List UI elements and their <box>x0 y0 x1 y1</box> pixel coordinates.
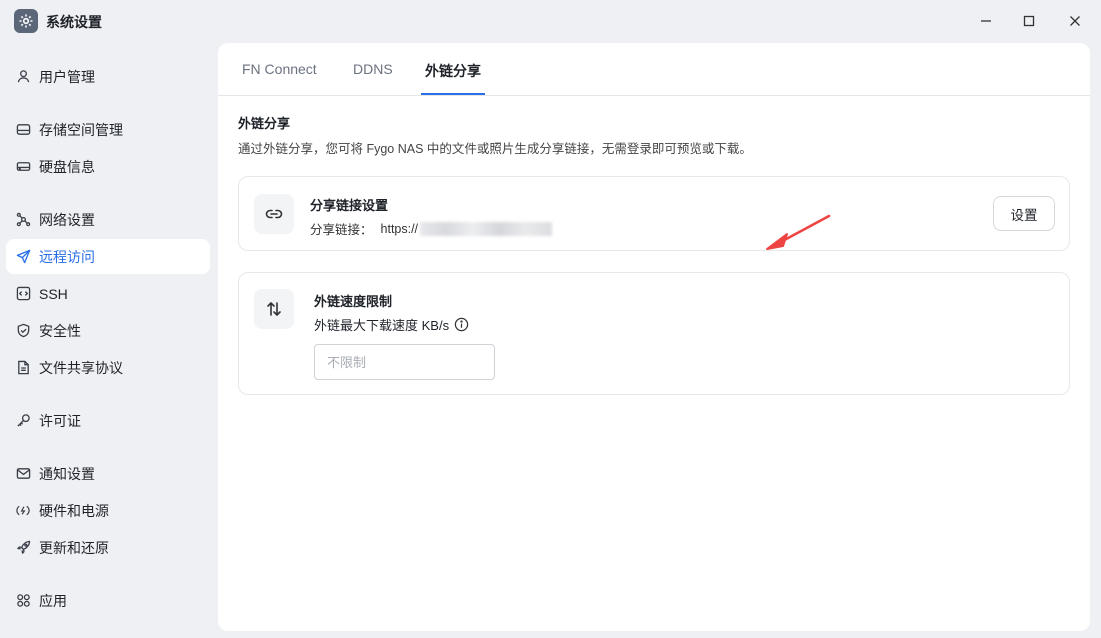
sidebar-item-label: 文件共享协议 <box>39 359 123 376</box>
tab-fn-connect[interactable]: FN Connect <box>242 61 317 77</box>
share-link-card: 分享链接设置 分享链接： https:// 设置 <box>238 176 1070 251</box>
disk-icon <box>15 159 31 175</box>
annotation-arrow-icon <box>766 214 831 250</box>
sidebar-item-label: SSH <box>39 285 68 302</box>
section-title: 外链分享 <box>238 116 291 131</box>
send-icon <box>15 249 31 265</box>
tab-ddns[interactable]: DDNS <box>353 61 393 77</box>
link-icon <box>254 194 294 234</box>
sidebar-item-label: 存储空间管理 <box>39 121 123 138</box>
minimize-button[interactable] <box>973 9 999 33</box>
share-link-title: 分享链接设置 <box>310 198 389 213</box>
maximize-button[interactable] <box>1016 9 1042 33</box>
main-panel: FN Connect DDNS 外链分享 外链分享 通过外链分享，您可将 Fyg… <box>218 43 1090 631</box>
sidebar-item-ssh[interactable]: SSH <box>6 276 210 311</box>
sidebar-item-users[interactable]: 用户管理 <box>6 59 210 94</box>
sidebar-item-apps[interactable]: 应用 <box>6 583 210 618</box>
speed-limit-label: 外链最大下载速度 KB/s <box>314 315 469 334</box>
share-link-value: https:// <box>380 221 419 236</box>
tab-external-share[interactable]: 外链分享 <box>425 61 481 81</box>
sidebar-item-hardware-power[interactable]: 硬件和电源 <box>6 493 210 528</box>
sidebar-item-network[interactable]: 网络设置 <box>6 202 210 237</box>
sidebar-item-label: 远程访问 <box>39 248 95 265</box>
sidebar-item-label: 用户管理 <box>39 68 95 85</box>
share-link-label: 分享链接： <box>310 223 373 237</box>
gear-icon <box>14 9 38 33</box>
sidebar-item-notifications[interactable]: 通知设置 <box>6 456 210 491</box>
sidebar-item-label: 网络设置 <box>39 211 95 228</box>
title-bar: 系统设置 <box>0 0 1101 42</box>
apps-icon <box>15 593 31 609</box>
sidebar-item-storage[interactable]: 存储空间管理 <box>6 112 210 147</box>
sidebar-item-update-restore[interactable]: 更新和还原 <box>6 530 210 565</box>
settings-window: 系统设置 用户管理 存储空间管理 硬盘信息 网络设置 远程访问 SSH 安全性 … <box>0 0 1101 638</box>
active-tab-indicator <box>421 93 485 95</box>
sidebar-item-label: 硬件和电源 <box>39 502 109 519</box>
code-icon <box>15 286 31 302</box>
mail-icon <box>15 466 31 482</box>
info-icon[interactable] <box>454 317 469 332</box>
key-icon <box>15 413 31 429</box>
sidebar-item-license[interactable]: 许可证 <box>6 403 210 438</box>
sidebar-item-remote-access[interactable]: 远程访问 <box>6 239 210 274</box>
sidebar-item-label: 安全性 <box>39 322 81 339</box>
sidebar-item-label: 许可证 <box>39 412 81 429</box>
sidebar-item-file-sharing[interactable]: 文件共享协议 <box>6 350 210 385</box>
transfer-icon <box>254 289 294 329</box>
share-link-settings-button[interactable]: 设置 <box>993 196 1055 231</box>
redacted-link <box>420 221 553 236</box>
speed-limit-card: 外链速度限制 外链最大下载速度 KB/s <box>238 272 1070 395</box>
shield-icon <box>15 323 31 339</box>
speed-limit-title: 外链速度限制 <box>314 294 393 309</box>
storage-icon <box>15 122 31 138</box>
power-icon <box>15 503 31 519</box>
speed-limit-input[interactable] <box>314 344 495 380</box>
rocket-icon <box>15 540 31 556</box>
sidebar-item-label: 应用 <box>39 592 67 609</box>
sidebar-item-label: 硬盘信息 <box>39 158 95 175</box>
section-description: 通过外链分享，您可将 Fygo NAS 中的文件或照片生成分享链接，无需登录即可… <box>238 142 752 156</box>
sidebar-item-disk[interactable]: 硬盘信息 <box>6 149 210 184</box>
speed-limit-label-text: 外链最大下载速度 KB/s <box>314 318 450 333</box>
user-icon <box>15 69 31 85</box>
close-button[interactable] <box>1062 9 1088 33</box>
tab-bar: FN Connect DDNS 外链分享 <box>218 43 1090 96</box>
sidebar-item-label: 更新和还原 <box>39 539 109 556</box>
window-title: 系统设置 <box>46 14 102 30</box>
sidebar-item-security[interactable]: 安全性 <box>6 313 210 348</box>
network-icon <box>15 212 31 228</box>
document-icon <box>15 360 31 376</box>
share-link-row: 分享链接： https:// <box>310 219 553 238</box>
sidebar-item-label: 通知设置 <box>39 465 95 482</box>
sidebar: 用户管理 存储空间管理 硬盘信息 网络设置 远程访问 SSH 安全性 文件共享协… <box>0 42 218 638</box>
